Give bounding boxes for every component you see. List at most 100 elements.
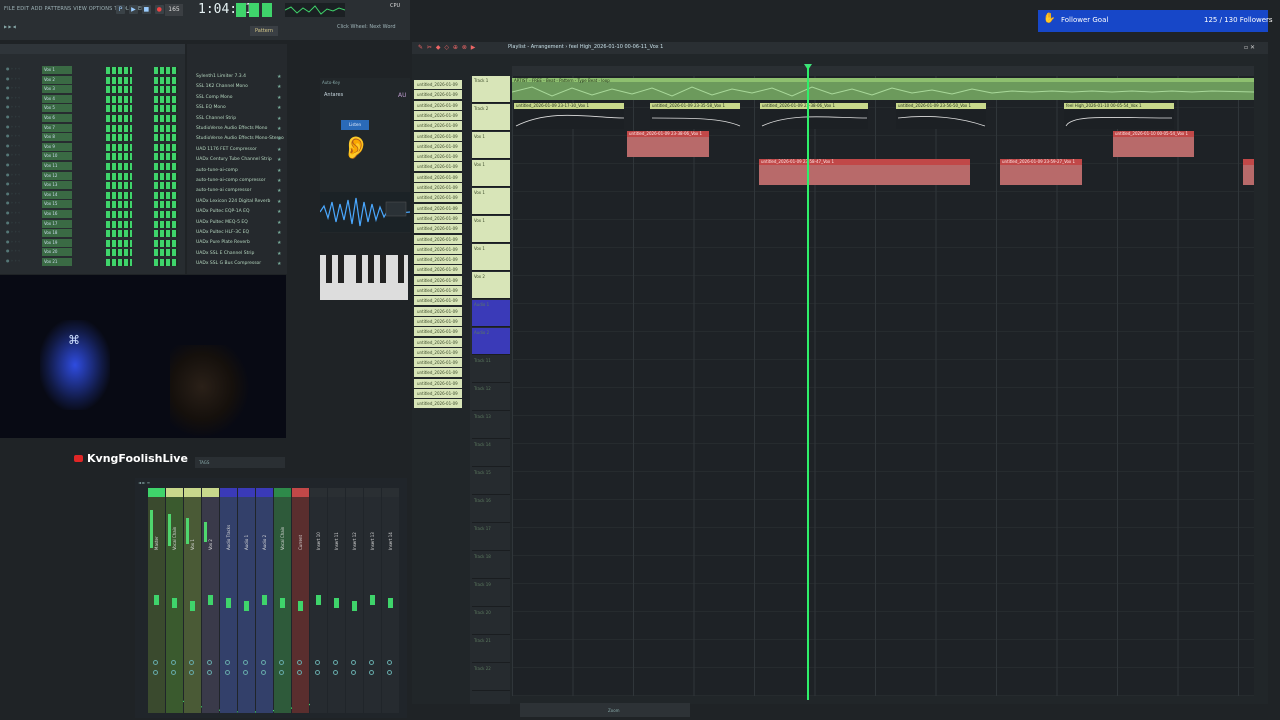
pattern-item[interactable]: untitled_2026-01-09 xyxy=(414,286,462,295)
send-knob[interactable] xyxy=(153,670,158,675)
favorite-star-icon[interactable]: ★ xyxy=(277,116,281,122)
send-knob[interactable] xyxy=(351,670,356,675)
send-knob[interactable] xyxy=(297,670,302,675)
step-sequencer[interactable] xyxy=(106,95,132,103)
channel-name-button[interactable]: Vox 17 xyxy=(42,219,72,228)
send-knob[interactable] xyxy=(369,670,374,675)
step-sequencer[interactable] xyxy=(154,163,178,170)
channel-row[interactable]: ● ◦ ◦ ◦ Vox 6 xyxy=(2,114,183,123)
pattern-item[interactable]: untitled_2026-01-09 xyxy=(414,244,462,254)
step-sequencer[interactable] xyxy=(106,163,132,170)
send-knob[interactable] xyxy=(171,670,176,675)
vocal-clip[interactable]: untitled_2026-01-10 00-05-54_Vox 1 xyxy=(1113,131,1194,157)
pattern-item[interactable]: untitled_2026-01-09 xyxy=(414,358,462,368)
pan-knob[interactable] xyxy=(243,660,248,665)
pattern-item[interactable]: untitled_2026-01-09 xyxy=(414,347,462,357)
step-sequencer[interactable] xyxy=(106,211,132,218)
channel-row[interactable]: ● ◦ ◦ ◦ Vox 7 xyxy=(2,123,183,133)
favorite-star-icon[interactable]: ★ xyxy=(277,199,281,205)
channel-controls[interactable]: ● ◦ ◦ ◦ xyxy=(6,143,40,150)
pattern-item[interactable]: untitled_2026-01-09 xyxy=(414,327,462,337)
vocal-clip[interactable]: untitled_2026-01-09 23-59-27_Vox 1 xyxy=(1000,159,1082,185)
step-sequencer[interactable] xyxy=(154,172,178,180)
volume-fader[interactable] xyxy=(226,598,231,608)
channel-row[interactable]: ● ◦ ◦ ◦ Vox 3 xyxy=(2,85,183,94)
track-header[interactable]: Vox 1 xyxy=(472,216,510,243)
favorite-star-icon[interactable]: ★ xyxy=(277,188,281,194)
browser-item[interactable]: StudioVerse Audio Effects Mono-Stereo xyxy=(196,136,286,144)
volume-fader[interactable] xyxy=(208,595,213,605)
step-sequencer[interactable] xyxy=(106,67,132,74)
track-header[interactable]: Track 19 xyxy=(472,580,510,607)
track-header[interactable]: Audio 1 xyxy=(472,300,510,327)
send-knob[interactable] xyxy=(333,670,338,675)
channel-name-button[interactable]: Vox 4 xyxy=(42,94,72,103)
step-sequencer[interactable] xyxy=(106,105,132,113)
track-header[interactable]: Track 22 xyxy=(472,664,510,691)
volume-fader[interactable] xyxy=(244,601,249,611)
channel-controls[interactable]: ● ◦ ◦ ◦ xyxy=(6,200,40,207)
favorite-star-icon[interactable]: ★ xyxy=(277,178,281,184)
step-sequencer[interactable] xyxy=(154,153,178,161)
browser-item[interactable]: StudioVerse Audio Effects Mono xyxy=(196,126,286,134)
browser-item[interactable]: UADx Pure Plate Reverb xyxy=(196,240,286,248)
step-sequencer[interactable] xyxy=(154,76,178,84)
volume-fader[interactable] xyxy=(154,595,159,605)
vocal-clip[interactable]: untitled_2026-01-09 23-38-06_Vox 1 xyxy=(627,131,709,157)
step-sequencer[interactable] xyxy=(154,201,178,209)
track-header[interactable]: Vox 1 xyxy=(472,188,510,215)
pan-knob[interactable] xyxy=(261,660,266,665)
step-sequencer[interactable] xyxy=(106,191,132,199)
track-header[interactable]: Track 17 xyxy=(472,524,510,551)
favorite-star-icon[interactable]: ★ xyxy=(277,136,281,142)
channel-name-button[interactable]: Vox 15 xyxy=(42,200,72,209)
channel-name-button[interactable]: Vox 2 xyxy=(42,75,72,84)
track-header[interactable]: Vox 1 xyxy=(472,244,510,271)
channel-controls[interactable]: ● ◦ ◦ ◦ xyxy=(6,220,40,227)
send-knob[interactable] xyxy=(387,670,392,675)
pan-knob[interactable] xyxy=(387,660,392,665)
channel-name-button[interactable]: Vox 10 xyxy=(42,152,72,161)
browser-item[interactable]: auto-tune-ai-comp xyxy=(196,168,286,176)
track-header[interactable]: Track 12 xyxy=(472,384,510,411)
step-sequencer[interactable] xyxy=(154,143,178,151)
step-sequencer[interactable] xyxy=(154,86,178,94)
pattern-item[interactable]: untitled_2026-01-09 xyxy=(414,255,462,265)
browser-item[interactable]: UADx Pultec EQP-1A EQ xyxy=(196,209,286,217)
channel-name-button[interactable]: Vox 8 xyxy=(42,133,72,142)
favorite-star-icon[interactable]: ★ xyxy=(277,74,281,80)
channel-controls[interactable]: ● ◦ ◦ ◦ xyxy=(6,162,40,169)
pan-knob[interactable] xyxy=(153,660,158,665)
pattern-item[interactable]: untitled_2026-01-09 xyxy=(414,121,462,131)
browser-item[interactable]: SSL Comp Mono xyxy=(196,95,286,103)
channel-name-button[interactable]: Vox 12 xyxy=(42,171,72,180)
channel-controls[interactable]: ● ◦ ◦ ◦ xyxy=(6,239,40,246)
channel-row[interactable]: ● ◦ ◦ ◦ Vox 14 xyxy=(2,190,183,200)
play-icon[interactable]: ▶ xyxy=(128,5,138,14)
channel-row[interactable]: ● ◦ ◦ ◦ Vox 9 xyxy=(2,142,183,152)
track-header[interactable]: Vox 2 xyxy=(472,272,510,299)
channel-controls[interactable]: ● ◦ ◦ ◦ xyxy=(6,210,40,217)
channel-row[interactable]: ● ◦ ◦ ◦ Vox 16 xyxy=(2,210,183,219)
channel-controls[interactable]: ● ◦ ◦ ◦ xyxy=(6,76,40,83)
send-knob[interactable] xyxy=(243,670,248,675)
channel-name-button[interactable]: Vox 20 xyxy=(42,248,72,257)
pan-knob[interactable] xyxy=(315,660,320,665)
channel-name-button[interactable]: Vox 7 xyxy=(42,123,72,132)
volume-fader[interactable] xyxy=(190,601,195,611)
volume-fader[interactable] xyxy=(352,601,357,611)
timeline-ruler[interactable] xyxy=(512,66,1254,76)
track-header[interactable]: Audio 2 xyxy=(472,328,510,355)
volume-fader[interactable] xyxy=(262,595,267,605)
track-header[interactable]: Track 1 xyxy=(472,76,510,103)
step-sequencer[interactable] xyxy=(154,220,178,228)
favorite-star-icon[interactable]: ★ xyxy=(277,240,281,246)
channel-name-button[interactable]: Vox 9 xyxy=(42,142,72,151)
browser-item[interactable]: SSL Channel Strip xyxy=(196,116,286,124)
channel-name-button[interactable]: Vox 3 xyxy=(42,85,72,94)
pattern-item[interactable]: untitled_2026-01-09 xyxy=(414,296,462,306)
pattern-item[interactable]: untitled_2026-01-09 xyxy=(414,193,462,203)
track-header[interactable]: Track 21 xyxy=(472,636,510,663)
step-sequencer[interactable] xyxy=(106,143,132,151)
track-header[interactable]: Track 16 xyxy=(472,496,510,523)
